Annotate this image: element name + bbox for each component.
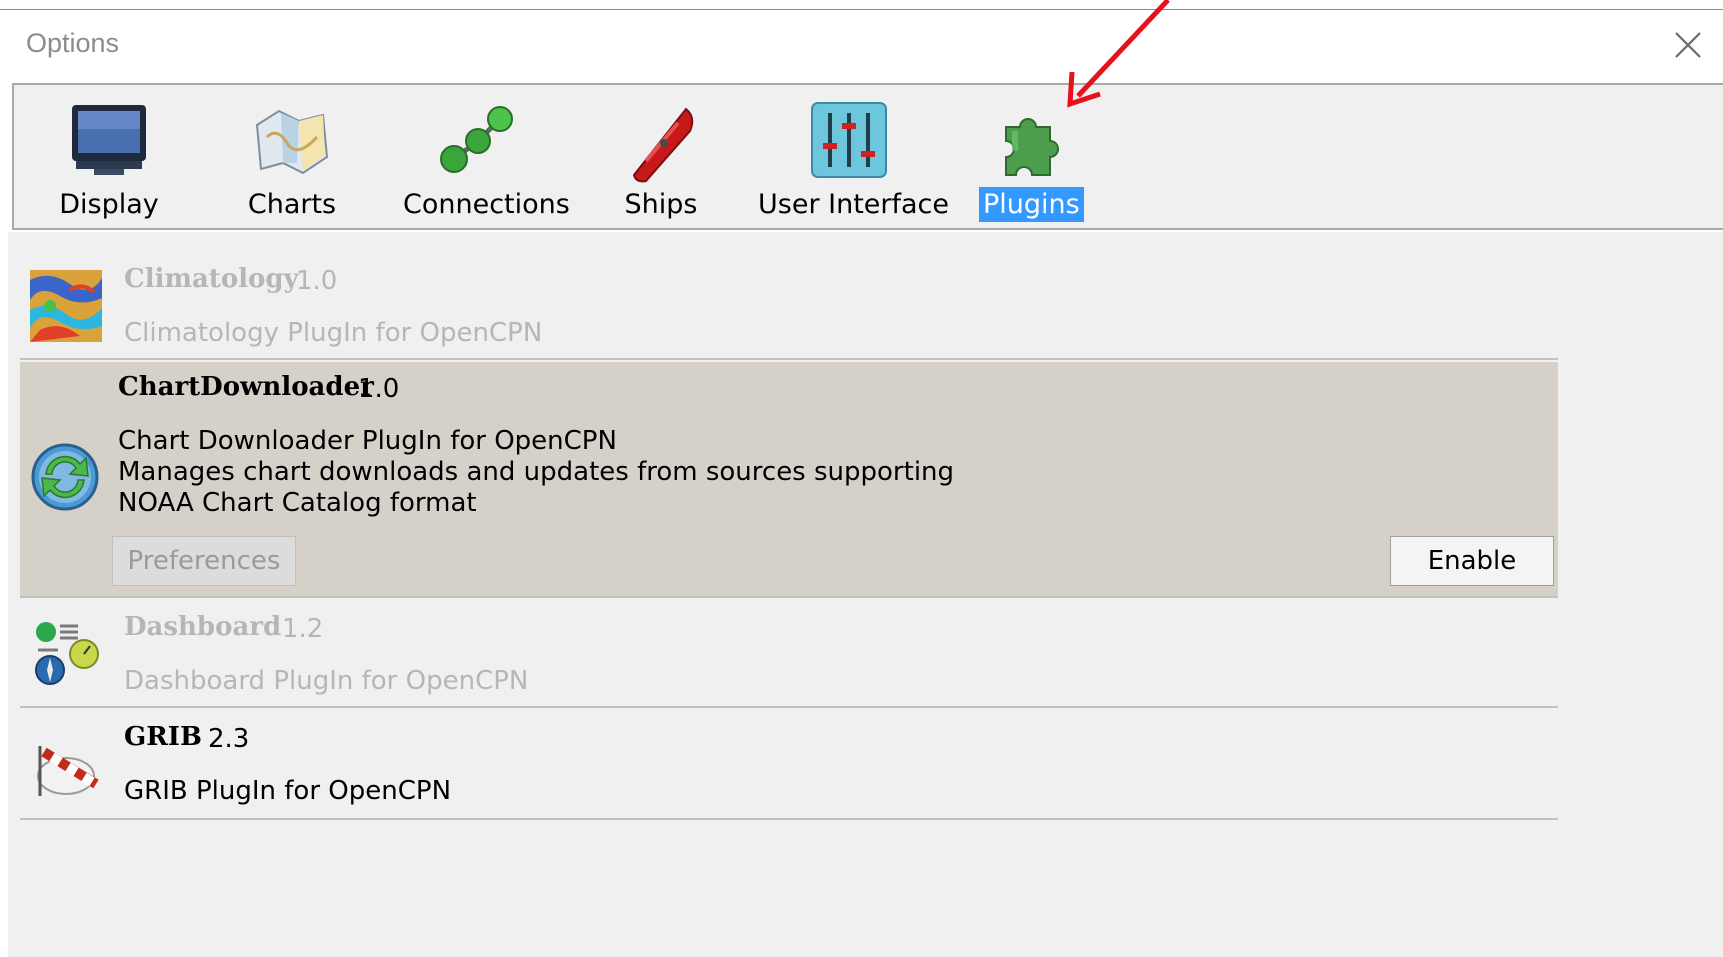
tab-label-ships: Ships [624,189,698,220]
plugin-row-dashboard[interactable]: Dashboard 1.2 Dashboard PlugIn for OpenC… [20,600,1558,708]
options-toolbar: Display Charts Connections Ships User In… [12,83,1723,230]
dashboard-icon [35,622,99,685]
display-icon [72,105,146,175]
tab-label-display: Display [59,189,159,220]
climatology-icon [30,270,102,342]
plugin-version: 1.0 [358,374,400,404]
tab-label-user-interface: User Interface [758,189,950,220]
connections-icon [440,106,513,173]
plugin-version: 1.0 [296,266,338,296]
annotation-arrow [1067,0,1170,108]
plugin-name: ChartDownloader [118,372,374,402]
window-top-border [0,9,1723,10]
grib-icon [37,746,99,796]
charts-icon [255,109,329,175]
plugin-description: GRIB PlugIn for OpenCPN [124,776,452,806]
plugins-icon [1005,118,1059,176]
plugin-name: Dashboard [124,612,282,642]
chartdownloader-icon [31,443,99,511]
tab-label-plugins: Plugins [979,187,1084,222]
plugin-row-grib[interactable]: GRIB 2.3 GRIB PlugIn for OpenCPN [20,710,1558,820]
tab-user-interface[interactable]: User Interface [754,85,949,228]
tab-label-charts: Charts [247,189,337,220]
ships-icon [632,107,694,183]
plugin-description: Climatology PlugIn for OpenCPN [124,318,543,348]
plugin-name: Climatology [124,264,299,294]
user-interface-icon [811,102,887,178]
preferences-button[interactable]: Preferences [112,536,296,586]
tab-display[interactable]: Display [54,85,164,228]
close-icon[interactable] [1672,29,1704,61]
tab-label-connections: Connections [403,189,570,220]
enable-button[interactable]: Enable [1390,536,1554,586]
window-title: Options [26,28,120,58]
tab-ships[interactable]: Ships [606,85,716,228]
tab-charts[interactable]: Charts [237,85,347,228]
plugin-version: 1.2 [282,614,324,644]
plugin-description: Dashboard PlugIn for OpenCPN [124,666,529,696]
plugin-row-chartdownloader[interactable]: ChartDownloader 1.0 Chart Downloader Plu… [20,362,1558,598]
tab-connections[interactable]: Connections [399,85,570,228]
plugin-row-climatology[interactable]: Climatology 1.0 Climatology PlugIn for O… [20,252,1558,360]
plugin-list: Climatology 1.0 Climatology PlugIn for O… [8,232,1723,957]
plugin-version: 2.3 [208,724,250,754]
plugin-description: Chart Downloader PlugIn for OpenCPN Mana… [118,426,955,518]
plugin-name: GRIB [124,722,202,752]
